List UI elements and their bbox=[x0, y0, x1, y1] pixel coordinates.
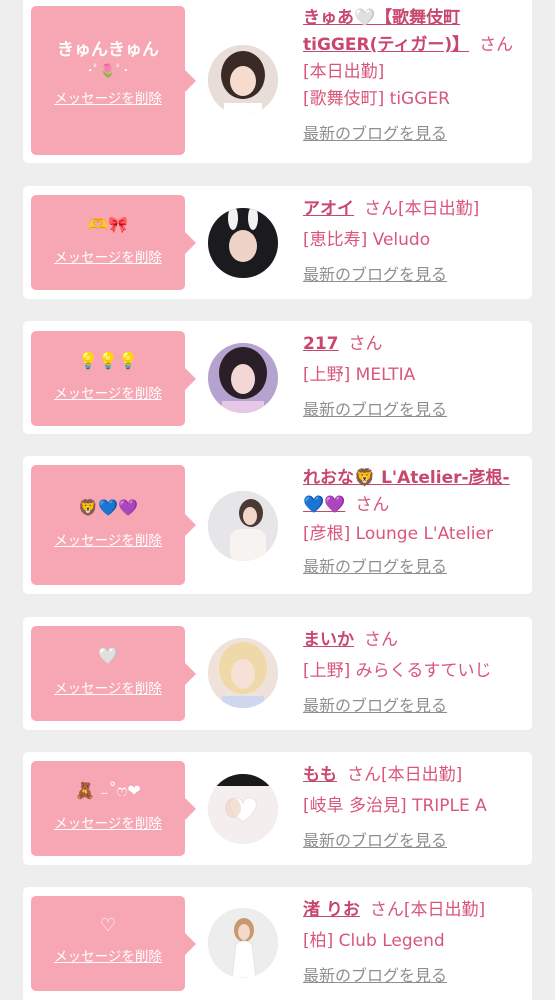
shop-label: [上野] MELTIA bbox=[303, 365, 416, 385]
delete-message-link[interactable]: メッセージを削除 bbox=[31, 815, 185, 833]
cast-name-line: もも さん[本日出勤] bbox=[303, 762, 525, 789]
avatar[interactable] bbox=[208, 343, 278, 413]
message-bubble: 🧸 ₋˚ෆ❤ メッセージを削除 bbox=[31, 761, 196, 856]
cast-name-link[interactable]: まいか bbox=[303, 630, 354, 650]
message-card: 🤍 メッセージを削除 まいか さん [上野] みらくるすていじ 最新のブログを見る bbox=[23, 617, 532, 730]
message-bubble: ♡ メッセージを削除 bbox=[31, 896, 196, 991]
cast-name-link[interactable]: アオイ bbox=[303, 199, 354, 219]
shop-label: [上野] みらくるすていじ bbox=[303, 661, 492, 681]
delete-message-link[interactable]: メッセージを削除 bbox=[31, 90, 185, 108]
message-emoji: 💡💡💡 bbox=[78, 351, 138, 370]
message-bubble: 🤍 メッセージを削除 bbox=[31, 626, 196, 721]
avatar[interactable] bbox=[208, 908, 278, 978]
cast-name-line: きゅあ🤍【歌舞伎町tiGGER(ティガー)】 さん[本日出勤] bbox=[303, 5, 525, 86]
cast-info: れおな🦁 L'Atelier-彦根-💙💜 さん [彦根] Lounge L'Ate… bbox=[303, 465, 525, 578]
cast-name-line: まいか さん bbox=[303, 627, 525, 654]
message-card: きゅんきゅん ･ﾟ🌷ﾟ･ メッセージを削除 きゅあ🤍【歌舞伎町tiGGER(ティ… bbox=[23, 0, 532, 163]
latest-blog-link[interactable]: 最新のブログを見る bbox=[303, 123, 447, 145]
delete-message-link[interactable]: メッセージを削除 bbox=[31, 948, 185, 966]
cast-honorific: さん bbox=[348, 334, 383, 354]
cast-info: 217 さん [上野] MELTIA 最新のブログを見る bbox=[303, 331, 525, 421]
shop-label: [柏] Club Legend bbox=[303, 931, 445, 951]
latest-blog-link[interactable]: 最新のブログを見る bbox=[303, 695, 447, 717]
message-emoji: ♡ bbox=[99, 915, 117, 936]
cast-name-link[interactable]: もも bbox=[303, 765, 337, 785]
message-card: 🫶🎀 メッセージを削除 アオイ さん[本日出勤] [恵比寿] Veludo 最新の… bbox=[23, 186, 532, 299]
cast-name-link[interactable]: きゅあ🤍【歌舞伎町tiGGER(ティガー)】 bbox=[303, 8, 469, 55]
shop-label: [岐阜 多治見] TRIPLE A bbox=[303, 796, 487, 816]
avatar[interactable] bbox=[208, 491, 278, 561]
message-card: 🧸 ₋˚ෆ❤ メッセージを削除 もも さん[本日出勤] [岐阜 多治見] TRIP… bbox=[23, 752, 532, 865]
message-emoji: 🦁💙💜 bbox=[78, 498, 138, 517]
avatar[interactable] bbox=[208, 208, 278, 278]
avatar[interactable] bbox=[208, 45, 278, 115]
cast-name-link[interactable]: れおな🦁 L'Atelier-彦根-💙💜 bbox=[303, 468, 510, 515]
delete-message-link[interactable]: メッセージを削除 bbox=[31, 249, 185, 267]
shop-label: [歌舞伎町] tiGGER bbox=[303, 89, 450, 109]
delete-message-link[interactable]: メッセージを削除 bbox=[31, 532, 185, 550]
latest-blog-link[interactable]: 最新のブログを見る bbox=[303, 965, 447, 987]
message-bubble: 💡💡💡 メッセージを削除 bbox=[31, 331, 196, 426]
shop-label: [恵比寿] Veludo bbox=[303, 230, 431, 250]
cast-honorific: さん[本日出勤] bbox=[369, 900, 486, 920]
cast-honorific: さん bbox=[355, 495, 390, 515]
cast-honorific: さん[本日出勤] bbox=[347, 765, 463, 785]
delete-message-link[interactable]: メッセージを削除 bbox=[31, 680, 185, 698]
cast-info: きゅあ🤍【歌舞伎町tiGGER(ティガー)】 さん[本日出勤] [歌舞伎町] ti… bbox=[303, 5, 525, 145]
message-emoji: 🫶🎀 bbox=[88, 215, 128, 234]
cast-name-line: 渚 りお さん[本日出勤] bbox=[303, 897, 525, 924]
cast-name-line: 217 さん bbox=[303, 331, 525, 358]
latest-blog-link[interactable]: 最新のブログを見る bbox=[303, 264, 447, 286]
cast-info: 渚 りお さん[本日出勤] [柏] Club Legend 最新のブログを見る bbox=[303, 897, 525, 987]
cast-honorific: さん[本日出勤] bbox=[364, 199, 480, 219]
delete-message-link[interactable]: メッセージを削除 bbox=[31, 385, 185, 403]
cast-name-line: れおな🦁 L'Atelier-彦根-💙💜 さん bbox=[303, 465, 525, 519]
latest-blog-link[interactable]: 最新のブログを見る bbox=[303, 830, 447, 852]
cast-name-line: アオイ さん[本日出勤] bbox=[303, 196, 525, 223]
cast-info: アオイ さん[本日出勤] [恵比寿] Veludo 最新のブログを見る bbox=[303, 196, 525, 286]
cast-honorific: さん bbox=[364, 630, 398, 650]
message-emoji: 🤍 bbox=[98, 646, 118, 665]
avatar[interactable] bbox=[208, 774, 278, 844]
cast-info: まいか さん [上野] みらくるすていじ 最新のブログを見る bbox=[303, 627, 525, 717]
message-card: 💡💡💡 メッセージを削除 217 さん [上野] MELTIA 最新のブログを見る bbox=[23, 321, 532, 434]
message-emoji: 🧸 ₋˚ෆ❤ bbox=[75, 781, 141, 800]
cast-name-link[interactable]: 217 bbox=[303, 334, 339, 354]
latest-blog-link[interactable]: 最新のブログを見る bbox=[303, 399, 447, 421]
message-card: 🦁💙💜 メッセージを削除 れおな🦁 L'Atelier-彦根-💙💜 さん [彦根]… bbox=[23, 456, 532, 594]
message-card: ♡ メッセージを削除 渚 りお さん[本日出勤] [柏] Club Legend … bbox=[23, 887, 532, 1000]
message-bubble: きゅんきゅん ･ﾟ🌷ﾟ･ メッセージを削除 bbox=[31, 6, 196, 155]
message-bubble: 🫶🎀 メッセージを削除 bbox=[31, 195, 196, 290]
latest-blog-link[interactable]: 最新のブログを見る bbox=[303, 556, 447, 578]
message-emoji: ･ﾟ🌷ﾟ･ bbox=[86, 64, 130, 79]
cast-name-link[interactable]: 渚 りお bbox=[303, 900, 360, 920]
cast-info: もも さん[本日出勤] [岐阜 多治見] TRIPLE A 最新のブログを見る bbox=[303, 762, 525, 852]
avatar[interactable] bbox=[208, 638, 278, 708]
message-text: きゅんきゅん bbox=[57, 40, 159, 60]
message-bubble: 🦁💙💜 メッセージを削除 bbox=[31, 465, 196, 585]
shop-label: [彦根] Lounge L'Atelier bbox=[303, 524, 493, 544]
